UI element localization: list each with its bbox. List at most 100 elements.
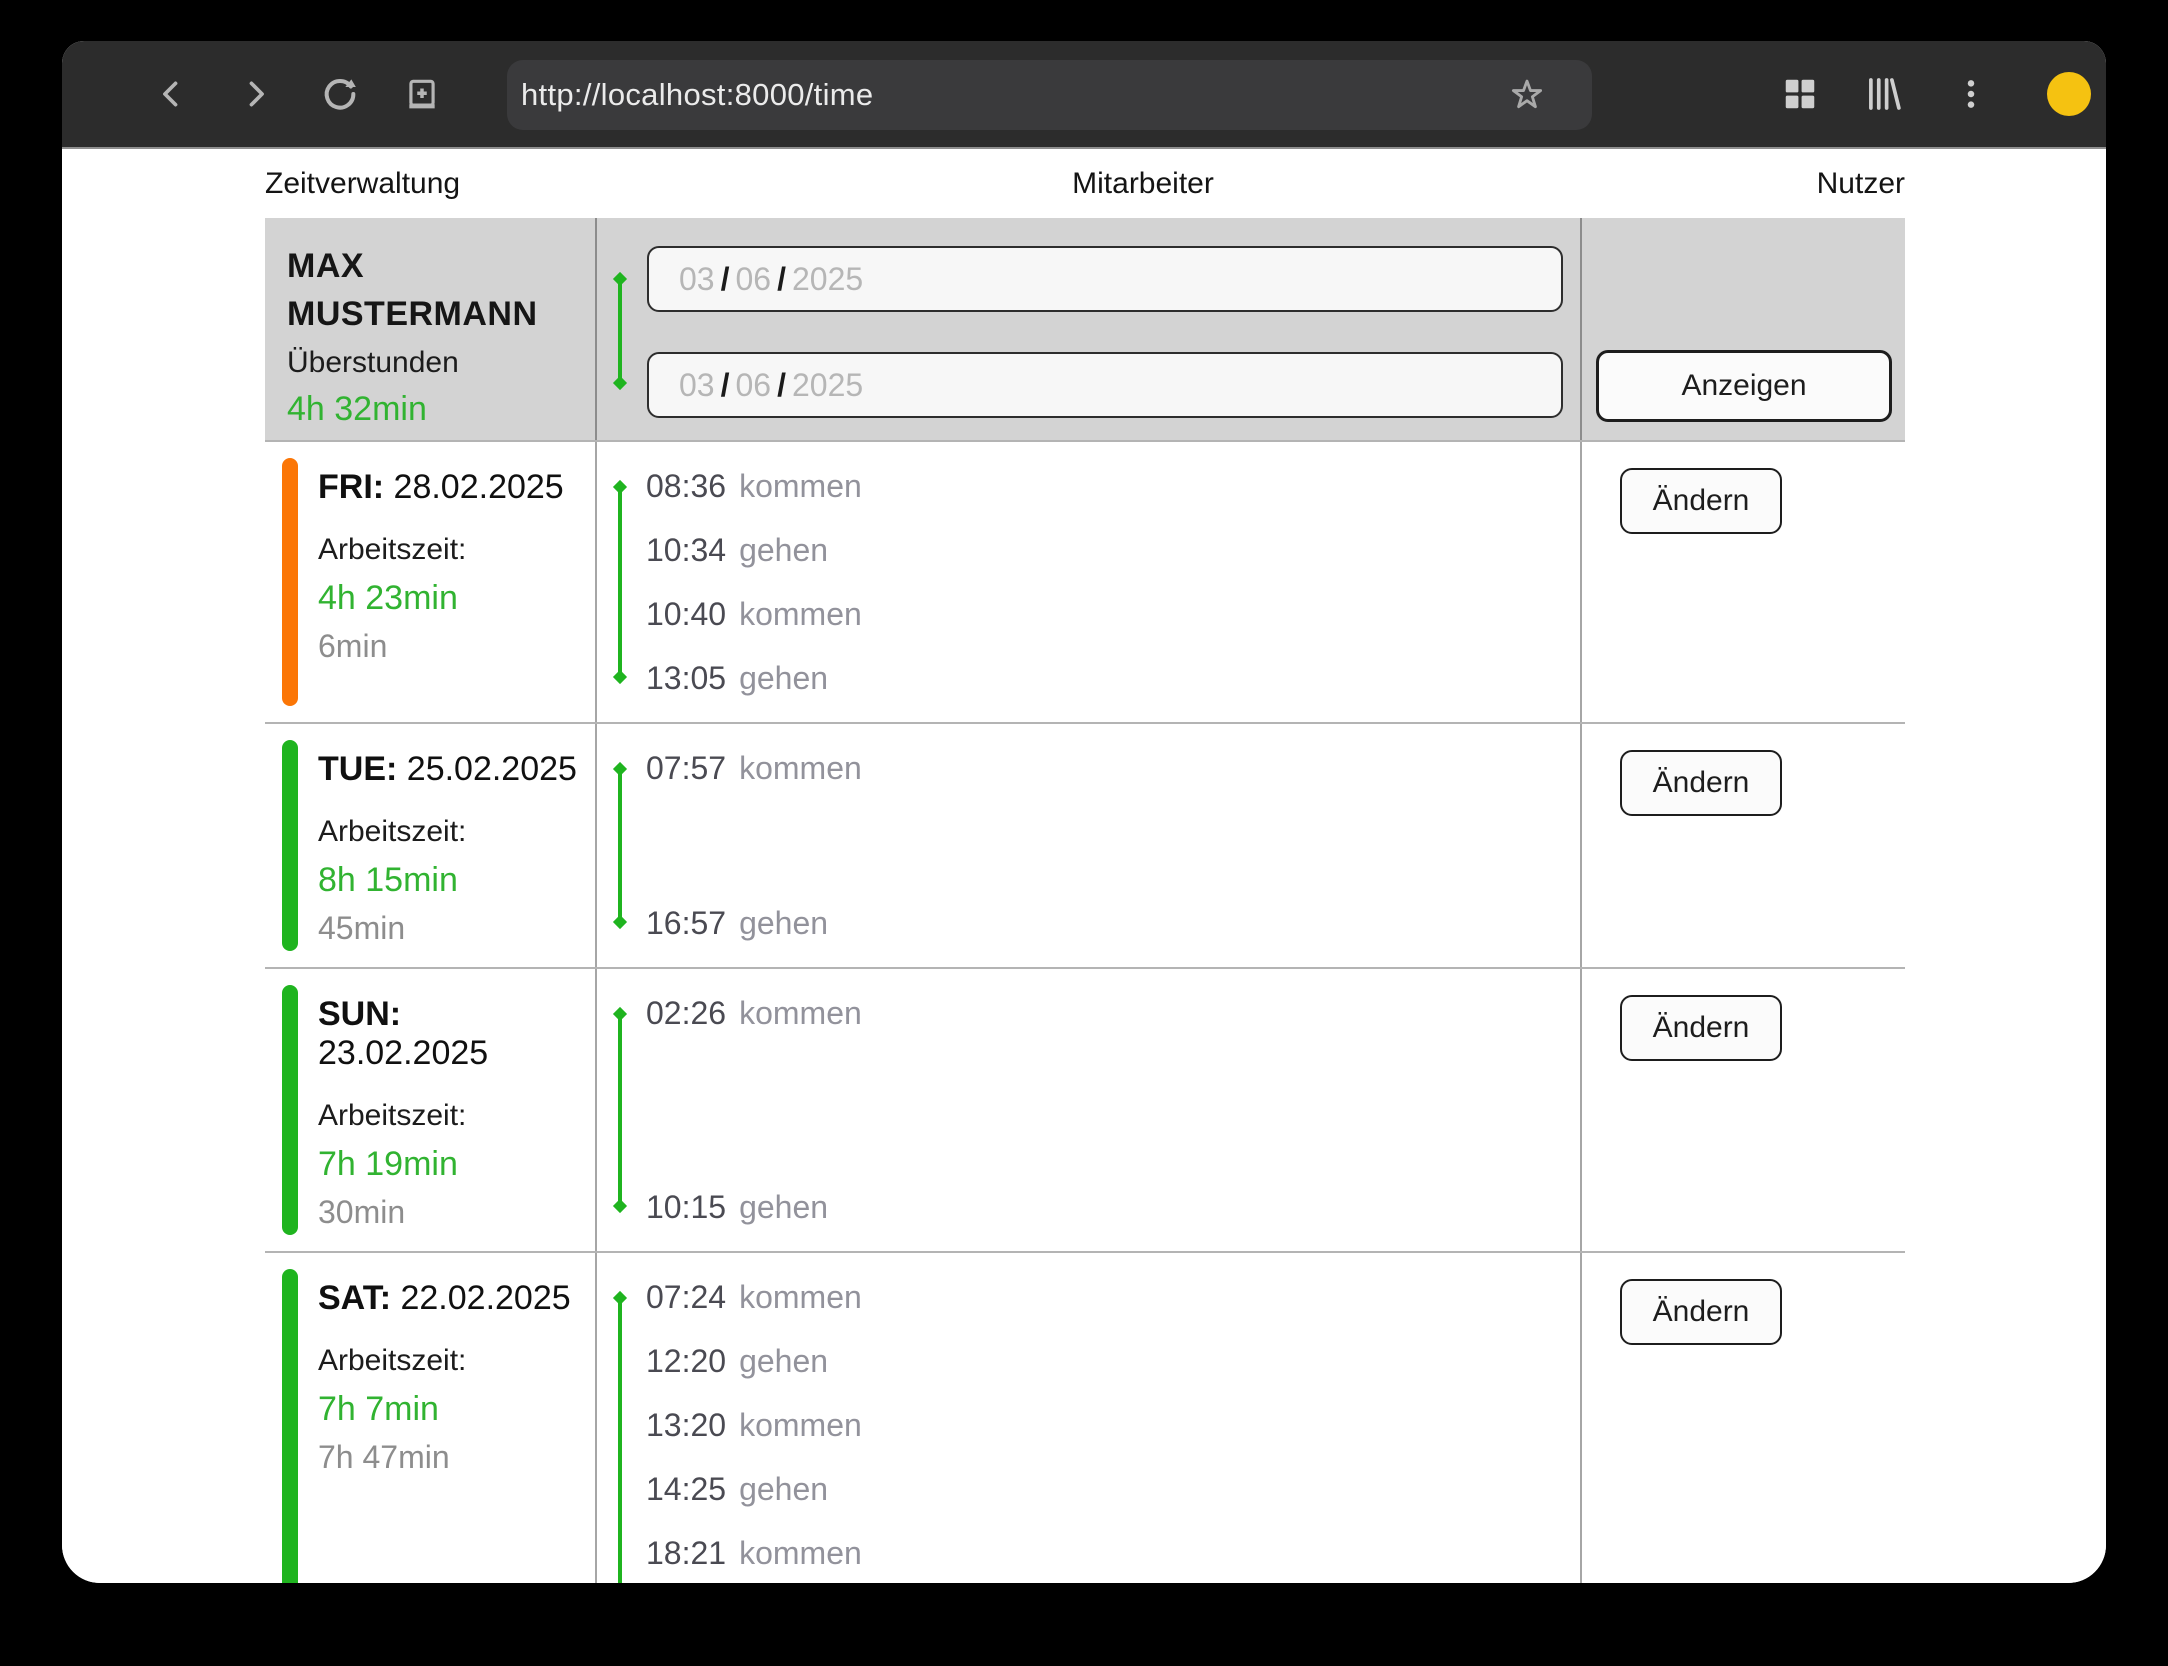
worktime-value: 7h 19min: [318, 1145, 579, 1184]
worktime-value: 7h 7min: [318, 1390, 579, 1429]
date-range-timeline: [618, 278, 622, 384]
url-input[interactable]: http://localhost:8000/time: [521, 77, 1508, 113]
minimize-button[interactable]: [2047, 72, 2091, 116]
date-to-day[interactable]: 06: [735, 367, 771, 404]
entry-action: kommen: [739, 1279, 862, 1316]
entry-time: 10:40: [646, 596, 726, 633]
entry-action: kommen: [739, 995, 862, 1032]
entry-time: 10:15: [646, 1189, 726, 1226]
time-entry: 07:57kommen: [646, 736, 1580, 800]
entry-time: 08:36: [646, 468, 726, 505]
day-date: 22.02.2025: [400, 1279, 570, 1317]
time-entry: 02:26 kommen: [646, 981, 1580, 1045]
library-icon[interactable]: [1856, 66, 1912, 122]
worktime-label: Arbeitszeit:: [318, 1099, 579, 1133]
time-entry: 18:21kommen: [646, 1521, 1580, 1583]
day-timeline: [618, 1013, 622, 1207]
date-separator: /: [771, 367, 792, 404]
row-actions-cell: Ändern: [1582, 969, 1905, 1251]
nav-mitarbeiter[interactable]: Mitarbeiter: [1072, 167, 1214, 201]
entry-time: 16:57: [646, 905, 726, 942]
time-entries: 07:24kommen12:20 gehen13:20kommen 14:25 geh…: [597, 1253, 1580, 1583]
time-entry: 13:20kommen: [646, 1393, 1580, 1457]
day-status-bar: [282, 985, 298, 1235]
pause-value: 45min: [318, 910, 579, 947]
entry-time: 14:25: [646, 1471, 726, 1508]
worktime-label: Arbeitszeit:: [318, 1344, 579, 1378]
entry-action: gehen: [739, 1343, 828, 1380]
time-entry: 12:20 gehen: [646, 1329, 1580, 1393]
employee-summary: MAX MUSTERMANN Überstunden 4h 32min: [265, 218, 597, 440]
day-summary-cell: FRI: 28.02.2025Arbeitszeit:4h 23min6min: [265, 442, 597, 722]
day-date: 23.02.2025: [318, 1034, 488, 1072]
table-row: TUE: 25.02.2025Arbeitszeit:8h 15min45min…: [265, 722, 1905, 967]
date-separator: /: [715, 367, 736, 404]
nav-nutzer[interactable]: Nutzer: [1817, 167, 1905, 201]
date-from-day[interactable]: 06: [735, 261, 771, 298]
pause-value: 7h 47min: [318, 1439, 579, 1476]
day-label: SUN:: [318, 995, 401, 1033]
date-to-year[interactable]: 2025: [792, 367, 863, 404]
entry-time: 18:21: [646, 1535, 726, 1572]
worktime-value: 8h 15min: [318, 861, 579, 900]
day-title: FRI: 28.02.2025: [318, 468, 579, 507]
time-entry: 07:24kommen: [646, 1265, 1580, 1329]
browser-toolbar: http://localhost:8000/time: [62, 41, 2106, 149]
new-tab-icon[interactable]: [394, 66, 450, 122]
entry-time: 12:20: [646, 1343, 726, 1380]
anzeigen-button[interactable]: Anzeigen: [1596, 350, 1892, 422]
aendern-button[interactable]: Ändern: [1620, 750, 1782, 816]
worktime-value: 4h 23min: [318, 579, 579, 618]
date-from-month[interactable]: 03: [679, 261, 715, 298]
entry-action: gehen: [739, 905, 828, 942]
date-from-year[interactable]: 2025: [792, 261, 863, 298]
time-entries: 02:26 kommen 10:15 gehen: [597, 969, 1580, 1251]
aendern-button[interactable]: Ändern: [1620, 468, 1782, 534]
back-icon[interactable]: [144, 66, 200, 122]
day-timeline: [618, 1297, 622, 1583]
day-status-bar: [282, 740, 298, 951]
reload-icon[interactable]: [312, 66, 368, 122]
time-entries: 08:36kommen10:34gehen10:40kommen13:05geh…: [597, 442, 1580, 722]
table-row: SAT: 22.02.2025 Arbeitszeit: 7h 7min 7h 47m…: [265, 1251, 1905, 1583]
day-rows: FRI: 28.02.2025Arbeitszeit:4h 23min6min0…: [265, 440, 1905, 1583]
forward-icon[interactable]: [227, 66, 283, 122]
nav-zeitverwaltung[interactable]: Zeitverwaltung: [265, 167, 460, 201]
overtime-value: 4h 32min: [287, 390, 575, 429]
entry-action: gehen: [739, 1189, 828, 1226]
app-nav: Zeitverwaltung Mitarbeiter Nutzer: [265, 149, 1905, 218]
time-entries-cell: 08:36kommen10:34gehen10:40kommen13:05geh…: [597, 442, 1582, 722]
day-date: 28.02.2025: [394, 468, 564, 506]
entry-time: 13:05: [646, 660, 726, 697]
date-to-input[interactable]: 03 / 06 / 2025: [647, 352, 1563, 418]
kebab-menu-icon[interactable]: [1943, 66, 1999, 122]
date-to-month[interactable]: 03: [679, 367, 715, 404]
time-entries-cell: 02:26 kommen 10:15 gehen: [597, 969, 1582, 1251]
worktime-label: Arbeitszeit:: [318, 815, 579, 849]
day-title: SAT: 22.02.2025: [318, 1279, 579, 1318]
row-actions-cell: Ändern: [1582, 724, 1905, 967]
row-actions-cell: Ändern: [1582, 1253, 1905, 1583]
day-status-bar: [282, 458, 298, 706]
filter-actions: Anzeigen: [1582, 218, 1905, 440]
time-entry: 10:34gehen: [646, 518, 1580, 582]
day-label: FRI:: [318, 468, 384, 506]
time-entries-cell: 07:57kommen 16:57 gehen: [597, 724, 1582, 967]
time-entry: 10:15 gehen: [646, 1175, 1580, 1239]
day-status-bar: [282, 1269, 298, 1583]
employee-name: MAX MUSTERMANN: [287, 242, 575, 338]
entry-time: 02:26: [646, 995, 726, 1032]
bookmark-star-icon[interactable]: [1508, 76, 1546, 114]
aendern-button[interactable]: Ändern: [1620, 995, 1782, 1061]
time-entry: 10:40kommen: [646, 582, 1580, 646]
aendern-button[interactable]: Ändern: [1620, 1279, 1782, 1345]
entry-action: kommen: [739, 1407, 862, 1444]
date-range-cell: 03 / 06 / 2025 03 / 06 / 2025: [597, 218, 1582, 440]
url-bar[interactable]: http://localhost:8000/time: [507, 60, 1592, 130]
tab-overview-icon[interactable]: [1772, 66, 1828, 122]
day-timeline: [618, 486, 622, 678]
entry-time: 10:34: [646, 532, 726, 569]
date-from-input[interactable]: 03 / 06 / 2025: [647, 246, 1563, 312]
entry-action: gehen: [739, 660, 828, 697]
time-app-page: Zeitverwaltung Mitarbeiter Nutzer MAX MU…: [62, 149, 2106, 1583]
